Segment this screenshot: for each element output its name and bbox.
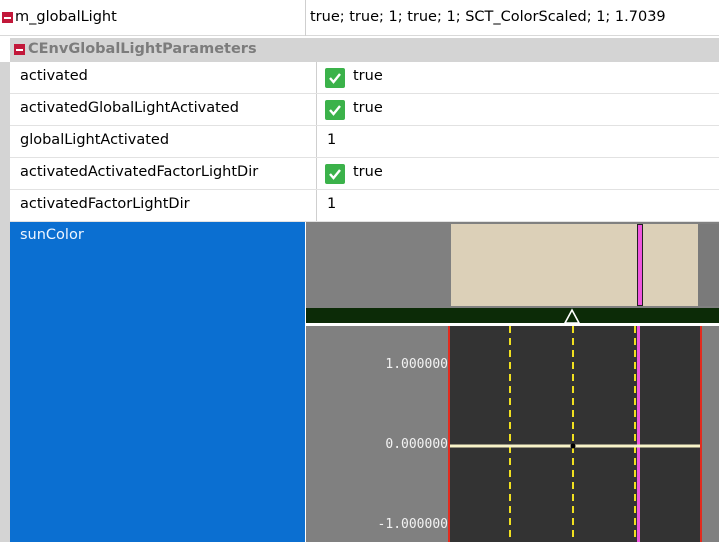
property-value[interactable]: 1 [327,132,336,148]
property-name: activatedFactorLightDir [20,196,190,212]
property-row-sunColor-selected[interactable]: sunColor [10,222,305,542]
property-row-activated[interactable]: activated true [10,62,719,94]
keyframe-point[interactable] [570,443,576,449]
property-name: sunColor [20,227,84,243]
property-row-activatedFactorLightDir[interactable]: activatedFactorLightDir 1 [10,190,719,222]
group-header[interactable]: CEnvGlobalLightParameters [10,38,719,62]
property-value: true [353,68,383,84]
time-marker-line [637,326,640,542]
curve-graph[interactable] [448,326,702,542]
property-row-activatedActivatedFactorLightDir[interactable]: activatedActivatedFactorLightDir true [10,158,719,190]
collapse-icon[interactable] [14,44,25,55]
property-value[interactable]: 1 [327,196,336,212]
property-name: activated [20,68,88,84]
property-value-cell[interactable]: true [316,158,719,189]
property-value-cell[interactable]: true [316,94,719,125]
group-label: CEnvGlobalLightParameters [28,41,257,57]
property-name: m_globalLight [15,9,117,25]
checkbox-checked-icon[interactable] [325,164,345,184]
property-value[interactable]: true; true; 1; true; 1; SCT_ColorScaled;… [310,9,666,25]
column-divider[interactable] [305,0,306,36]
property-value-cell[interactable]: 1 [316,126,719,157]
y-axis-label: 1.000000 [385,357,448,372]
collapse-icon[interactable] [2,12,13,23]
property-name: activatedActivatedFactorLightDir [20,164,259,180]
property-name: activatedGlobalLightActivated [20,100,239,116]
gradient-outside-region [698,224,719,306]
y-axis-label: -1.000000 [377,517,448,532]
property-value-cell[interactable]: 1 [316,190,719,221]
color-gradient-preview[interactable] [451,224,698,306]
property-row-globalLightActivated[interactable]: globalLightActivated 1 [10,126,719,158]
time-marker[interactable] [637,224,643,306]
property-value: true [353,164,383,180]
keyframe-bar[interactable] [306,308,719,324]
property-row-activatedGlobalLightActivated[interactable]: activatedGlobalLightActivated true [10,94,719,126]
property-value-cell[interactable]: true [316,62,719,93]
checkbox-checked-icon[interactable] [325,68,345,88]
color-curve-editor[interactable]: 1.000000 0.000000 -1.000000 [306,222,719,542]
curve-graph-canvas[interactable] [450,326,700,542]
tree-indent [0,62,10,542]
property-name: globalLightActivated [20,132,170,148]
y-axis-label: 0.000000 [385,437,448,452]
property-value: true [353,100,383,116]
checkbox-checked-icon[interactable] [325,100,345,120]
property-row-m-globalLight[interactable]: m_globalLight true; true; 1; true; 1; SC… [0,0,719,36]
